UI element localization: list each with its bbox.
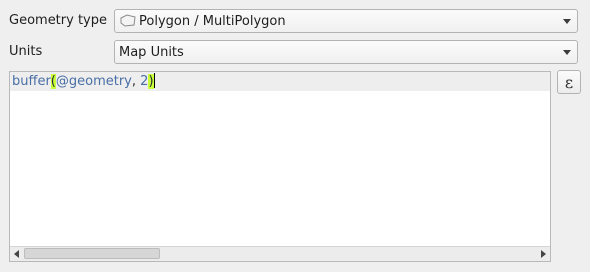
units-label: Units (9, 44, 43, 59)
variable-token: @geometry (55, 74, 132, 89)
scrollbar-thumb[interactable] (24, 248, 160, 259)
units-value: Map Units (119, 44, 184, 60)
comma-token: , (131, 74, 141, 89)
geometry-type-value: Polygon / MultiPolygon (139, 13, 286, 29)
polygon-icon (120, 14, 136, 27)
geometry-type-combobox[interactable]: Polygon / MultiPolygon (114, 9, 578, 33)
text-caret (153, 73, 155, 88)
scroll-right-button[interactable] (537, 247, 550, 260)
units-combobox[interactable]: Map Units (114, 40, 578, 64)
chevron-down-icon (557, 18, 577, 24)
chevron-down-icon (557, 49, 577, 55)
geometry-type-label: Geometry type (9, 13, 107, 28)
scroll-left-button[interactable] (10, 247, 23, 260)
arrow-right-icon (541, 249, 546, 258)
expression-editor[interactable]: buffer(@geometry, 2) (9, 71, 551, 262)
expression-builder-button[interactable]: ε (557, 70, 581, 94)
epsilon-icon: ε (564, 72, 574, 92)
expression-code: buffer(@geometry, 2) (12, 73, 155, 91)
horizontal-scrollbar[interactable] (10, 246, 550, 261)
function-token: buffer (12, 74, 51, 89)
arrow-left-icon (14, 249, 19, 258)
